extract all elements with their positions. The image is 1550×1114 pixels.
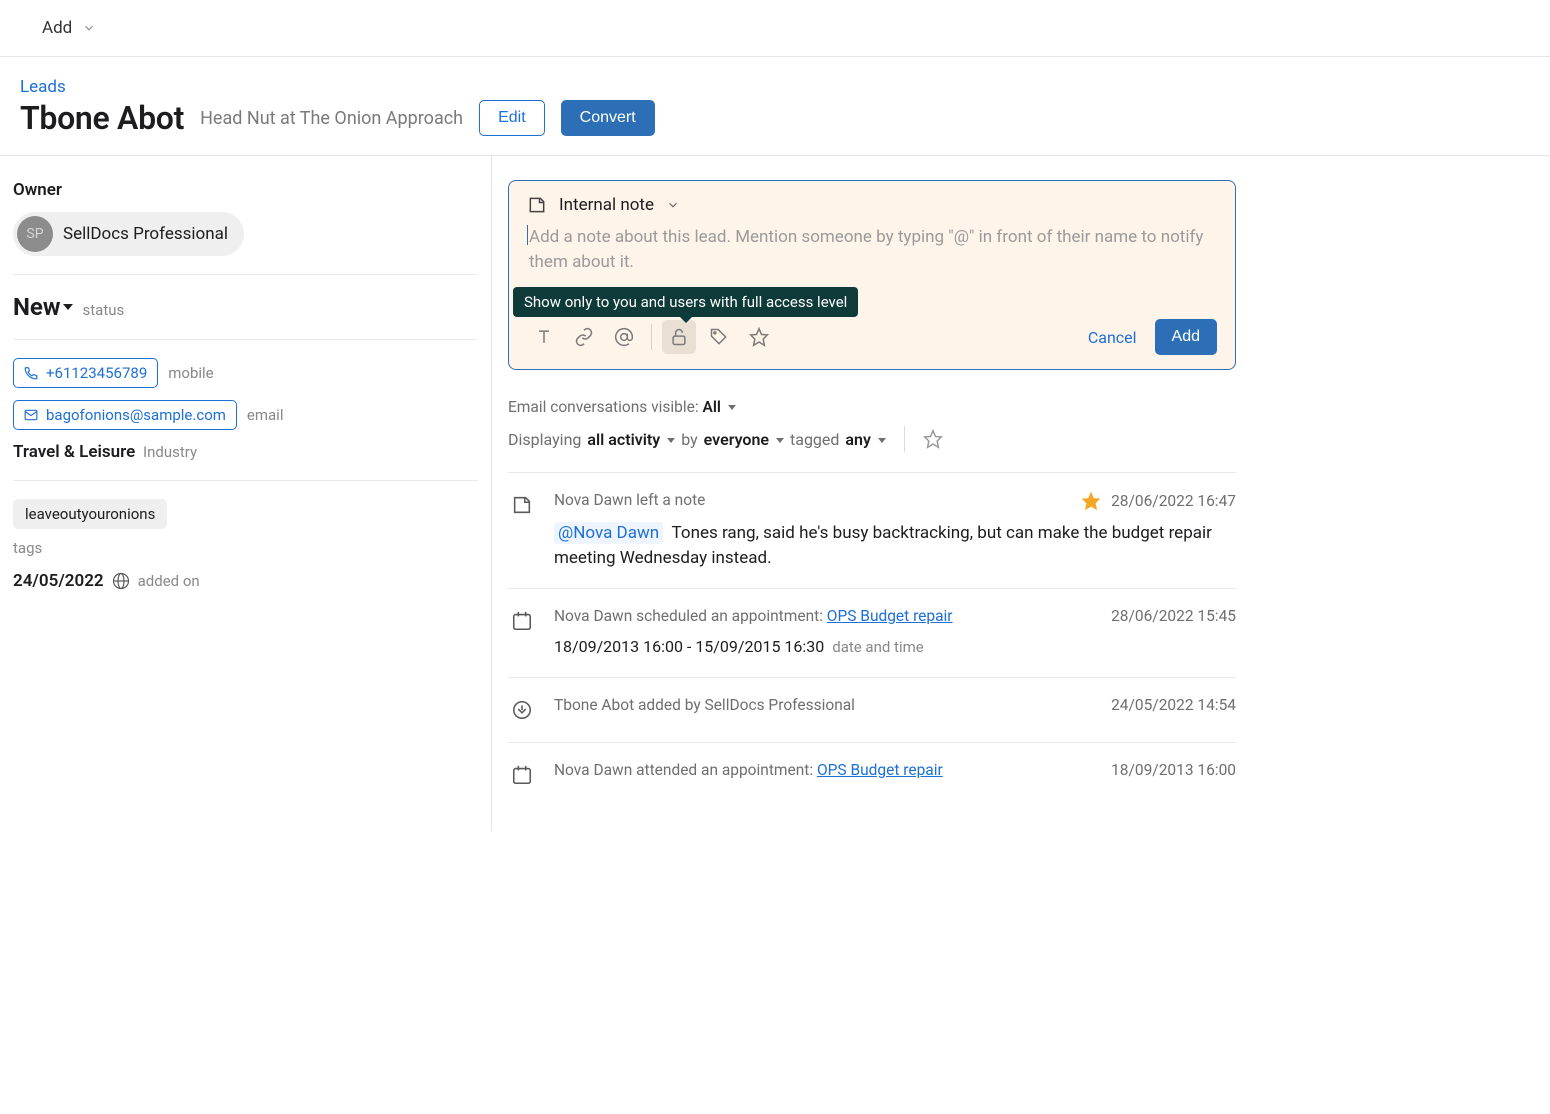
phone-value: +61123456789 (46, 364, 147, 382)
note-icon (527, 195, 547, 215)
tags-label: tags (13, 539, 478, 557)
lead-name: Tbone Abot (20, 99, 184, 137)
activity-timestamp: 28/06/2022 15:45 (1111, 607, 1236, 625)
activity-head-prefix: Nova Dawn attended an appointment: (554, 761, 817, 779)
phone-icon (24, 366, 38, 380)
author-filter-dropdown[interactable]: everyone (704, 430, 784, 449)
link-icon (574, 327, 594, 347)
tag-icon (709, 327, 729, 347)
at-icon (614, 327, 634, 347)
lock-open-icon (669, 327, 689, 347)
compose-textarea[interactable]: Add a note about this lead. Mention some… (527, 225, 1217, 295)
appointment-link[interactable]: OPS Budget repair (817, 761, 943, 779)
compose-type-dropdown[interactable]: Internal note (527, 195, 1217, 215)
appointment-datetime-label: date and time (832, 638, 924, 656)
caret-down-icon (667, 438, 675, 443)
email-value: bagofonions@sample.com (46, 406, 226, 424)
owner-name: SellDocs Professional (63, 224, 228, 244)
activity-head: Tbone Abot added by SellDocs Professiona… (554, 696, 855, 714)
industry-value: Travel & Leisure (13, 442, 135, 462)
add-label: Add (42, 18, 72, 38)
visibility-lock-button[interactable] (662, 320, 696, 354)
tag-button[interactable] (702, 320, 736, 354)
caret-down-icon (878, 438, 886, 443)
phone-chip[interactable]: +61123456789 (13, 358, 158, 388)
email-visibility-value: All (702, 398, 720, 416)
add-menu[interactable]: Add (42, 18, 96, 38)
activity-timestamp: 18/09/2013 16:00 (1111, 761, 1236, 779)
star-filled-icon[interactable] (1081, 491, 1101, 511)
added-icon (508, 696, 536, 724)
calendar-icon (508, 607, 536, 635)
edit-button[interactable]: Edit (479, 100, 545, 136)
text-caret (527, 225, 528, 245)
breadcrumb-leads[interactable]: Leads (20, 77, 1530, 97)
calendar-icon (508, 761, 536, 789)
activity-item: Nova Dawn left a note 28/06/2022 16:47 @… (508, 472, 1236, 588)
appointment-datetime: 18/09/2013 16:00 - 15/09/2015 16:30 (554, 637, 824, 656)
caret-down-icon (776, 438, 784, 443)
cancel-button[interactable]: Cancel (1088, 328, 1137, 347)
tag-filter-dropdown[interactable]: any (845, 430, 885, 449)
chevron-down-icon (82, 21, 96, 35)
note-icon (508, 491, 536, 519)
appointment-link[interactable]: OPS Budget repair (827, 607, 953, 625)
star-icon (749, 327, 769, 347)
by-label: by (681, 430, 697, 449)
link-button[interactable] (567, 320, 601, 354)
owner-label: Owner (13, 180, 478, 200)
added-on-label: added on (138, 572, 200, 590)
lock-tooltip: Show only to you and users with full acc… (513, 287, 858, 317)
star-button[interactable] (742, 320, 776, 354)
compose-type-label: Internal note (559, 195, 654, 215)
author-filter-value: everyone (704, 430, 769, 449)
toolbar-separator (651, 324, 652, 350)
text-icon (534, 327, 554, 347)
activity-head-prefix: Nova Dawn scheduled an appointment: (554, 607, 827, 625)
status-value: New (13, 293, 61, 321)
email-chip[interactable]: bagofonions@sample.com (13, 400, 237, 430)
activity-timestamp: 24/05/2022 14:54 (1111, 696, 1236, 714)
convert-button[interactable]: Convert (561, 100, 655, 136)
globe-icon (112, 572, 130, 590)
status-dropdown[interactable]: New status (13, 293, 478, 321)
star-filter-button[interactable] (923, 429, 943, 449)
owner-avatar: SP (17, 216, 53, 252)
activity-head: Nova Dawn left a note (554, 491, 705, 511)
added-on-date: 24/05/2022 (13, 571, 104, 591)
mention-button[interactable] (607, 320, 641, 354)
displaying-label: Displaying (508, 430, 581, 449)
activity-item: Tbone Abot added by SellDocs Professiona… (508, 677, 1236, 742)
star-icon (923, 429, 943, 449)
activity-item: Nova Dawn attended an appointment: OPS B… (508, 742, 1236, 807)
phone-type: mobile (168, 364, 213, 382)
tag-chip[interactable]: leaveoutyouronions (13, 499, 167, 529)
tagged-label: tagged (790, 430, 839, 449)
activity-timestamp: 28/06/2022 16:47 (1111, 492, 1236, 510)
mail-icon (24, 408, 38, 422)
compose-panel: Internal note Add a note about this lead… (508, 180, 1236, 370)
owner-chip[interactable]: SP SellDocs Professional (13, 212, 244, 256)
industry-label: Industry (143, 443, 197, 461)
lead-subtitle: Head Nut at The Onion Approach (200, 108, 463, 129)
activity-item: Nova Dawn scheduled an appointment: OPS … (508, 588, 1236, 677)
add-note-button[interactable]: Add (1155, 319, 1217, 355)
email-visibility-dropdown[interactable]: All (702, 398, 735, 416)
chevron-down-icon (666, 198, 680, 212)
caret-down-icon (63, 304, 73, 310)
activity-filter-dropdown[interactable]: all activity (587, 430, 675, 449)
activity-filter-value: all activity (587, 430, 660, 449)
format-text-button[interactable] (527, 320, 561, 354)
filter-separator (904, 426, 905, 452)
caret-down-icon (728, 405, 736, 410)
mention-chip[interactable]: @Nova Dawn (554, 522, 663, 544)
email-type: email (247, 406, 284, 424)
tag-filter-value: any (845, 430, 870, 449)
email-visibility-prefix: Email conversations visible: (508, 398, 702, 416)
status-label: status (83, 301, 125, 319)
